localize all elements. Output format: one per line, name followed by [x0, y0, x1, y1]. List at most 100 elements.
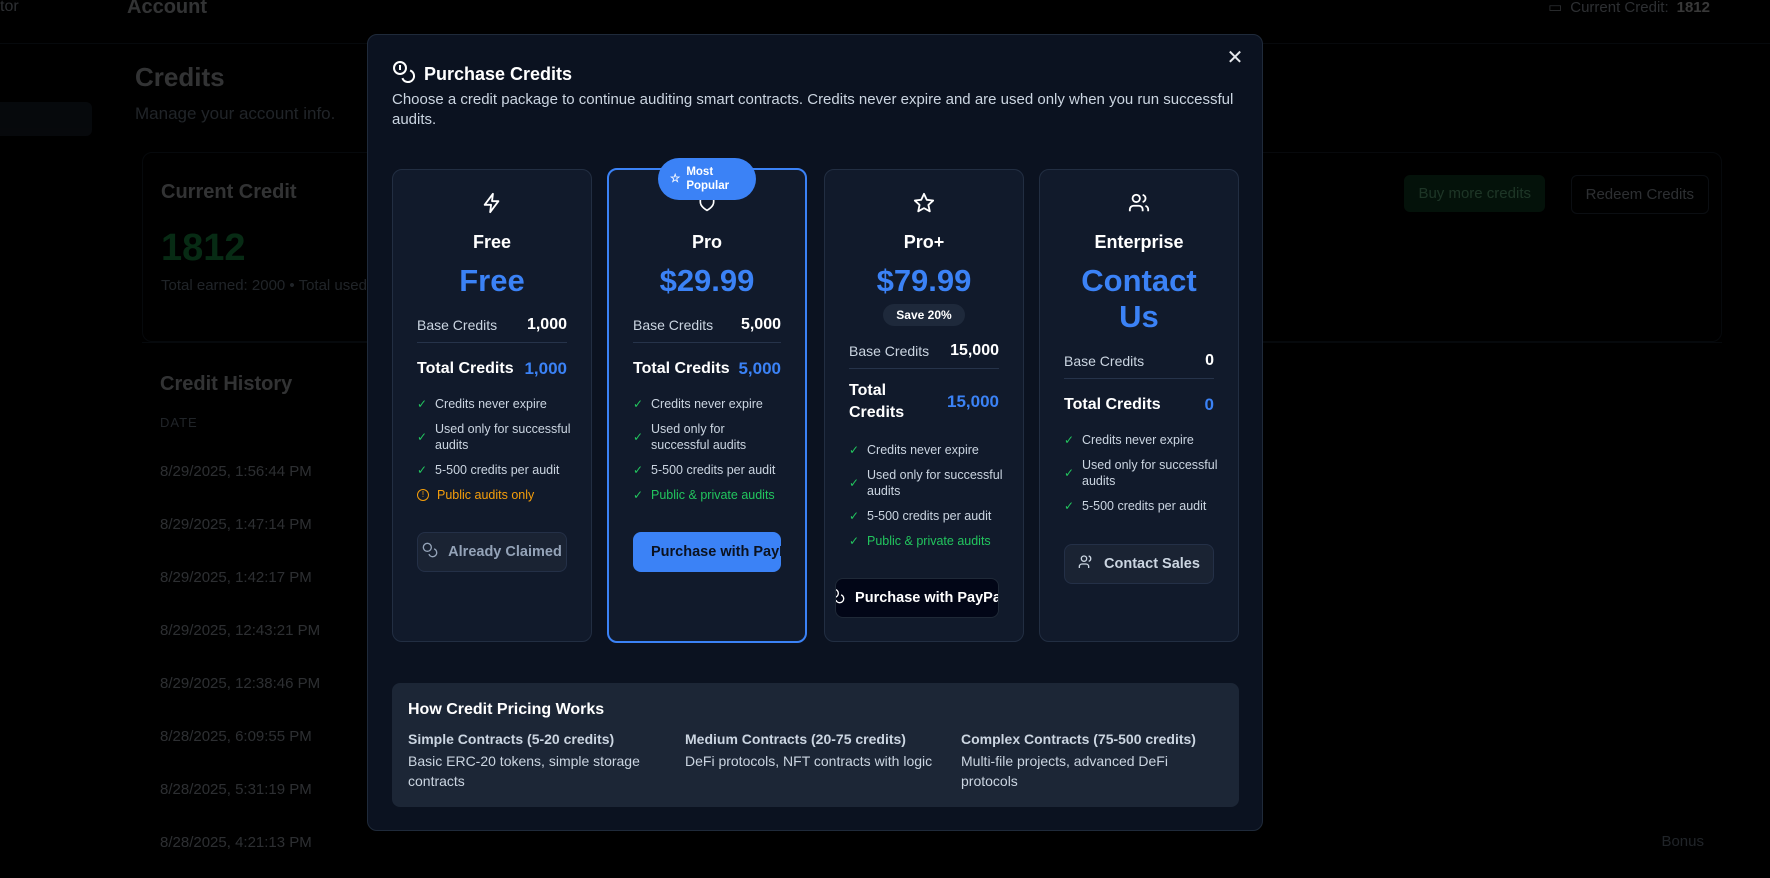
current-credit-label: Current Credit:	[1570, 0, 1669, 16]
save-badge: Save 20%	[883, 304, 965, 326]
credit-history-title: Credit History	[160, 373, 293, 395]
date-column-header: DATE	[160, 415, 198, 430]
pricing-heading: Complex Contracts (75-500 credits)	[961, 731, 1196, 747]
redeem-credits-button[interactable]: Redeem Credits	[1570, 175, 1709, 214]
coins-icon	[392, 60, 416, 89]
users-icon	[1078, 554, 1094, 574]
button-label: Purchase with PayPal	[651, 544, 781, 560]
sidebar-item-active[interactable]	[0, 102, 92, 136]
list-item: ✓ Used only for successful audits	[1064, 457, 1218, 489]
feature-list: ✓ Credits never expire ✓ Used only for suc…	[849, 442, 1003, 558]
check-icon: ✓	[417, 430, 428, 444]
list-item: ✓ Used only for successful audits	[633, 421, 785, 453]
most-popular-label: Most Popular	[686, 166, 730, 192]
list-item: ✓ Credits never expire	[417, 396, 571, 412]
base-credits-value: 1,000	[526, 316, 567, 333]
feature-text: Used only for successful audits	[435, 422, 571, 452]
check-icon: ✓	[849, 509, 860, 523]
check-icon: ✓	[633, 488, 644, 502]
purchase-with-paypal-button[interactable]: Purchase with PayPal	[835, 578, 999, 618]
feature-text: Credits never expire	[1082, 433, 1194, 447]
feature-text: Credits never expire	[867, 443, 979, 457]
total-credits-label: Total Credits	[633, 360, 730, 377]
feature-list: ✓ Credits never expire ✓ Used only for suc…	[417, 396, 571, 512]
base-credits-value: 15,000	[950, 342, 999, 359]
feature-text: 5-500 credits per audit	[651, 463, 776, 477]
table-row: 8/29/2025, 1:42:17 PM	[160, 569, 312, 586]
plan-name: Enterprise	[1094, 232, 1184, 252]
list-item: ✓ Credits never expire	[633, 396, 785, 412]
total-credits-value: 5,000	[738, 359, 781, 378]
how-title: How Credit Pricing Works	[408, 701, 605, 718]
plan-card-enterprise: Enterprise Contact Us Base Credits 0 Tot…	[1039, 169, 1239, 642]
table-row: 8/29/2025, 1:47:14 PM	[160, 516, 312, 533]
button-label: Already Claimed	[448, 544, 562, 560]
alert-circle-icon: !	[417, 489, 429, 501]
total-credits-label: Total Credits	[417, 360, 514, 377]
check-icon: ✓	[417, 463, 428, 477]
pricing-heading: Medium Contracts (20-75 credits)	[685, 731, 906, 747]
feature-text: 5-500 credits per audit	[1082, 499, 1207, 513]
base-credits-label: Base Credits	[633, 317, 714, 333]
total-credits-row: Total Credits 0	[1064, 394, 1214, 416]
plan-name: Pro	[691, 232, 722, 252]
wallet-icon: ▭	[1548, 0, 1563, 16]
base-credits-row: Base Credits 5,000	[633, 316, 781, 343]
table-row: 8/28/2025, 4:21:13 PM	[160, 834, 312, 851]
check-icon: ✓	[849, 534, 860, 548]
current-credit-title: Current Credit	[161, 181, 297, 203]
credit-summary: Total earned: 2000 • Total used	[161, 277, 367, 294]
feature-text: Credits never expire	[651, 397, 763, 411]
table-row: 8/29/2025, 12:38:46 PM	[160, 675, 321, 692]
already-claimed-button[interactable]: Already Claimed	[417, 532, 567, 572]
pricing-body: Basic ERC-20 tokens, simple storage cont…	[408, 753, 640, 789]
list-item: ✓ Public & private audits	[849, 533, 1003, 549]
base-credits-label: Base Credits	[1064, 353, 1145, 369]
access-text: Public audits only	[437, 488, 535, 502]
feature-text: Credits never expire	[435, 397, 547, 411]
table-row: 8/28/2025, 6:09:55 PM	[160, 728, 312, 745]
list-item: ✓ 5-500 credits per audit	[633, 462, 785, 478]
close-icon[interactable]: ✕	[1224, 47, 1246, 69]
plan-card-pro: Pro $29.99 Base Credits 5,000 Total Cred…	[607, 168, 807, 643]
star-icon	[825, 192, 1023, 214]
total-credits-label: Total Credits	[1064, 396, 1161, 413]
button-label: Purchase with PayPal	[855, 590, 999, 606]
feature-list: ✓ Credits never expire ✓ Used only for suc…	[1064, 432, 1218, 523]
purchase-credits-modal: ✕ Purchase Credits Choose a credit packa…	[367, 34, 1263, 831]
coins-icon	[836, 588, 845, 608]
modal-title: Purchase Credits	[424, 64, 573, 84]
total-credits-row: Total Credits 15,000	[849, 380, 999, 424]
brand-text: tor	[0, 0, 19, 15]
plan-price: $29.99	[659, 263, 755, 298]
plan-name: Free	[472, 232, 512, 252]
coins-icon	[422, 542, 438, 562]
modal-description: Choose a credit package to continue audi…	[392, 91, 1234, 128]
feature-list: ✓ Credits never expire ✓ Used only for suc…	[633, 396, 785, 512]
base-credits-row: Base Credits 15,000	[849, 342, 999, 369]
pricing-heading: Simple Contracts (5-20 credits)	[408, 731, 615, 747]
list-item: ✓ Public & private audits	[633, 487, 785, 503]
plan-price: Contact Us	[1081, 263, 1197, 334]
purchase-with-paypal-button[interactable]: Purchase with PayPal	[633, 532, 781, 572]
pricing-column-simple: Simple Contracts (5-20 credits) Basic ER…	[408, 731, 658, 791]
table-row: 8/29/2025, 1:56:44 PM	[160, 463, 312, 480]
base-credits-value: 0	[1205, 352, 1214, 369]
check-icon: ✓	[633, 397, 644, 411]
plan-price: Free	[459, 263, 525, 298]
check-icon: ✓	[633, 430, 644, 444]
contact-sales-button[interactable]: Contact Sales	[1064, 544, 1214, 584]
topbar-title: Account	[127, 0, 207, 18]
current-credit-amount: 1812	[161, 227, 246, 269]
buy-more-credits-button[interactable]: Buy more credits	[1404, 175, 1545, 212]
check-icon: ✓	[1064, 466, 1075, 480]
total-credits-value: 15,000	[947, 392, 999, 411]
check-icon: ✓	[849, 443, 860, 457]
feature-text: Used only for successful audits	[651, 422, 747, 452]
plan-card-free: Free Free Base Credits 1,000 Total Credi…	[392, 169, 592, 642]
total-credits-label: Total Credits	[849, 382, 905, 421]
list-item: ! Public audits only	[417, 487, 571, 503]
base-credits-label: Base Credits	[849, 343, 930, 359]
total-credits-value: 1,000	[524, 359, 567, 378]
current-credit-value: 1812	[1676, 0, 1710, 16]
